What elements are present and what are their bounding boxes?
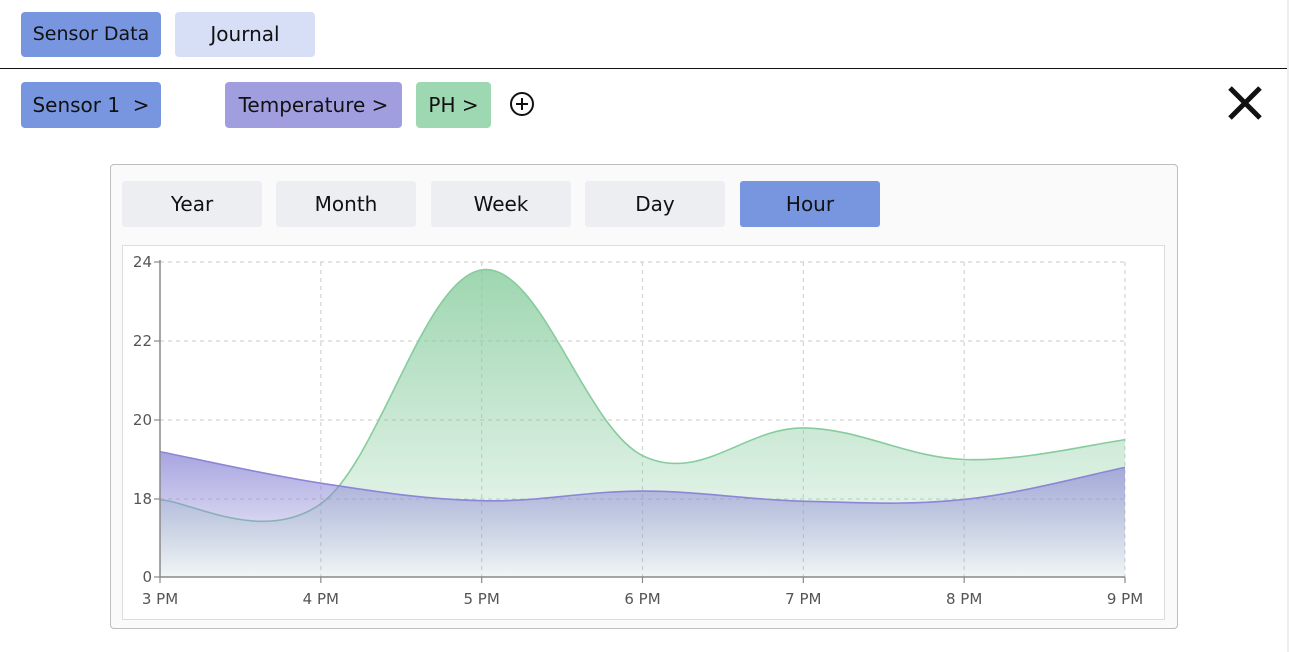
temperature-chip[interactable]: Temperature >	[225, 82, 402, 128]
ph-chip[interactable]: PH >	[416, 82, 491, 128]
top-navigation: Sensor Data Journal	[0, 0, 1287, 69]
x-tick-label: 3 PM	[142, 590, 178, 608]
sensor-select-button[interactable]: Sensor 1 >	[21, 82, 161, 128]
range-year-button[interactable]: Year	[122, 181, 262, 227]
y-tick-label: 18	[133, 490, 152, 508]
chart-frame: 0 18 20 22 24 3 PM 4 PM 5 PM 6 PM 7 PM 8 PM 9 PM	[122, 245, 1165, 620]
range-month-button[interactable]: Month	[276, 181, 416, 227]
x-tick-label: 5 PM	[464, 590, 500, 608]
y-tick-label: 20	[133, 411, 152, 429]
range-day-button[interactable]: Day	[585, 181, 725, 227]
chart-panel: Year Month Week Day Hour 0 18 20 22 24 3 PM 4 …	[110, 164, 1178, 629]
y-tick-label: 0	[142, 568, 152, 586]
plus-circle-icon[interactable]	[510, 92, 534, 116]
area-chart: 0 18 20 22 24 3 PM 4 PM 5 PM 6 PM 7 PM 8 PM 9 PM	[133, 253, 1143, 608]
x-tick-label: 7 PM	[785, 590, 821, 608]
close-icon[interactable]	[1226, 84, 1264, 122]
x-tick-label: 6 PM	[624, 590, 660, 608]
x-tick-label: 8 PM	[946, 590, 982, 608]
tab-sensor-data[interactable]: Sensor Data	[21, 12, 161, 57]
x-tick-label: 4 PM	[303, 590, 339, 608]
tab-journal[interactable]: Journal	[175, 12, 315, 57]
y-tick-label: 22	[133, 332, 152, 350]
range-week-button[interactable]: Week	[431, 181, 571, 227]
y-tick-label: 24	[133, 253, 152, 271]
range-hour-button[interactable]: Hour	[740, 181, 880, 227]
x-tick-label: 9 PM	[1107, 590, 1143, 608]
